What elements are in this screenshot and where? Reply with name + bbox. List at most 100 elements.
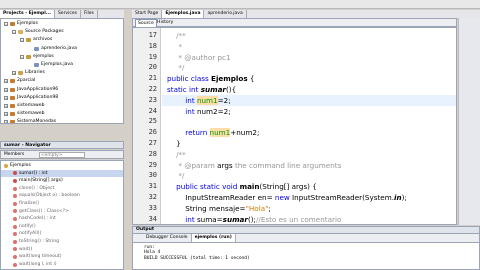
code-token: public static void xyxy=(167,182,240,192)
main-toolbar xyxy=(0,0,480,9)
method-icon xyxy=(13,216,17,221)
project-tree-item[interactable]: + JavaApplication98 xyxy=(1,94,123,102)
members-select[interactable]: <empty> xyxy=(39,152,85,158)
code-line: public class Ejemplos { xyxy=(167,74,254,83)
project-icon xyxy=(10,87,15,92)
code-token: new xyxy=(274,193,293,202)
expand-toggle-icon[interactable]: − xyxy=(12,30,16,35)
package-icon xyxy=(26,54,31,59)
package-icon xyxy=(26,38,31,43)
project-tree-item[interactable]: − Ejemplos xyxy=(1,20,123,28)
code-token: */ xyxy=(167,171,185,181)
navigator-item-label: main(String[] args) xyxy=(19,178,63,184)
navigator-item[interactable]: getClass() : Class<?> xyxy=(1,208,123,216)
expand-toggle-icon[interactable]: − xyxy=(20,38,24,43)
navigator-item[interactable]: wait(long l, int i) xyxy=(1,261,123,269)
project-tree-item[interactable]: + sistemaweb xyxy=(1,102,123,110)
tab-debugger-console[interactable]: Debugger Console xyxy=(143,234,192,242)
navigator-item[interactable]: notifyAll() xyxy=(1,230,123,238)
code-token: +num2; xyxy=(230,128,260,138)
line-number: 20 xyxy=(148,63,157,72)
code-line: InputStreamReader en= new InputStreamRea… xyxy=(167,193,407,202)
code-token: int xyxy=(185,106,197,116)
line-number: 25 xyxy=(148,117,157,126)
tab-aprenderio-java[interactable]: aprenderio.java xyxy=(204,10,247,18)
project-tree-label: Ejemplos.java xyxy=(41,61,73,67)
expand-toggle-icon[interactable]: + xyxy=(4,120,8,123)
navigator-item[interactable]: notify() xyxy=(1,223,123,231)
project-tree-item[interactable]: +2parcial xyxy=(1,77,123,85)
navigator-tree: Ejemplos sumar() : int main(String[] args)… xyxy=(0,160,124,270)
navigator-item[interactable]: wait() xyxy=(1,246,123,254)
navigator-item[interactable]: main(String[] args) xyxy=(1,177,123,185)
project-tree-item[interactable]: + JavaApplication96 xyxy=(1,86,123,94)
project-tree-item[interactable]: Ejemplos.java xyxy=(1,61,123,69)
method-icon xyxy=(13,209,17,214)
navigator-item[interactable]: toString() : String xyxy=(1,238,123,246)
tab-ejemplos-java[interactable]: Ejemplos.java xyxy=(162,10,205,18)
line-number: 33 xyxy=(148,203,157,212)
project-tree-label: JavaApplication96 xyxy=(17,86,59,92)
code-editor[interactable]: 17 /** 18 * 19 * @author pc1 20 */ 21 public … xyxy=(132,27,457,225)
expand-toggle-icon[interactable]: + xyxy=(4,79,8,84)
method-icon xyxy=(13,171,17,176)
project-tree-item[interactable]: + sistemaweb xyxy=(1,110,123,118)
project-tree-item[interactable]: aprenderio.java xyxy=(1,45,123,53)
navigator-item[interactable]: sumar() : int xyxy=(1,169,123,178)
expand-toggle-icon[interactable]: + xyxy=(4,112,8,117)
project-tree-label: 2parcial xyxy=(17,78,36,84)
tab-services[interactable]: Services xyxy=(55,10,81,18)
project-tree-item[interactable]: + SistemaMonedas xyxy=(1,118,123,123)
code-token: in xyxy=(394,193,402,202)
tab-projects[interactable]: Projects - Ejempl... xyxy=(0,10,55,18)
code-line: } xyxy=(167,139,181,148)
method-icon xyxy=(13,254,17,259)
project-tree-item[interactable]: − ejemplos xyxy=(1,53,123,61)
navigator-item-label: notifyAll() xyxy=(19,231,42,237)
code-token: } xyxy=(167,139,181,148)
navigator-item-label: wait() xyxy=(19,246,33,252)
expand-toggle-icon[interactable]: + xyxy=(4,87,8,92)
output-panel: Output Debugger Console ejemplos (run) r… xyxy=(132,226,480,270)
code-token: { xyxy=(247,74,255,84)
code-token: int xyxy=(185,95,197,105)
expand-toggle-icon[interactable]: − xyxy=(20,54,24,59)
line-number: 17 xyxy=(148,31,157,39)
java-file-icon xyxy=(34,63,39,68)
code-token: * xyxy=(167,41,183,51)
method-icon xyxy=(13,201,17,206)
method-icon xyxy=(13,262,17,267)
tab-start-page[interactable]: Start Page xyxy=(132,10,163,18)
code-token: int xyxy=(167,214,197,224)
navigator-item[interactable]: Ejemplos xyxy=(1,162,123,170)
code-token: * @param xyxy=(167,160,218,170)
navigator-item[interactable]: wait(long timeout) xyxy=(1,253,123,261)
project-tree-label: Ejemplos xyxy=(17,21,38,26)
code-token: static int xyxy=(167,85,201,94)
expand-toggle-icon[interactable]: − xyxy=(4,22,8,27)
history-tab[interactable]: History xyxy=(155,19,175,26)
code-token: */ xyxy=(167,63,185,73)
project-icon xyxy=(10,112,15,117)
expand-toggle-icon[interactable]: + xyxy=(4,95,8,100)
output-header: Output xyxy=(133,227,479,234)
navigator-item-label: hashCode() : int xyxy=(19,216,56,222)
expand-toggle-icon[interactable]: + xyxy=(4,103,8,108)
code-token: Ejemplos xyxy=(211,74,248,84)
projects-tree: − Ejemplos − Source Packages − archivos aprend… xyxy=(0,18,124,124)
expand-toggle-icon[interactable]: + xyxy=(12,71,16,76)
code-token: main xyxy=(239,182,260,192)
project-tree-item[interactable]: − archivos xyxy=(1,36,123,44)
navigator-item[interactable]: finalize() xyxy=(1,200,123,208)
navigator-item[interactable]: clone() : Object xyxy=(1,185,123,193)
navigator-item[interactable]: hashCode() : int xyxy=(1,215,123,223)
project-tree-item[interactable]: − Source Packages xyxy=(1,28,123,36)
code-token: the command line arguments xyxy=(234,160,342,170)
code-token: /** xyxy=(167,149,186,159)
code-token: "Hola" xyxy=(245,203,269,213)
tab-ejemplos-run[interactable]: ejemplos (run) xyxy=(191,234,236,242)
navigator-item[interactable]: equals(Object o) : boolean xyxy=(1,192,123,200)
project-tree-item[interactable]: + Libraries xyxy=(1,69,123,77)
tab-files[interactable]: Files xyxy=(81,10,98,18)
